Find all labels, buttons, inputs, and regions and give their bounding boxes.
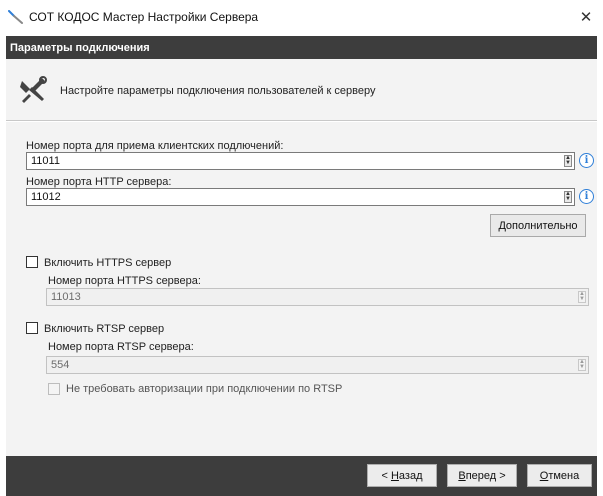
rtsp-enable-label[interactable]: Включить RTSP сервер	[44, 323, 164, 335]
next-button[interactable]: Вперед >	[447, 464, 517, 487]
page-title: Параметры подключения	[6, 36, 597, 59]
https-enable-checkbox[interactable]	[26, 256, 38, 268]
cancel-button[interactable]: Отмена	[527, 464, 592, 487]
spinner-arrows-icon: ▲ ▼	[578, 359, 586, 371]
rtsp-port-label: Номер порта RTSP сервера:	[48, 341, 194, 353]
http-port-value: 11012	[31, 191, 61, 203]
https-enable-label[interactable]: Включить HTTPS сервер	[44, 257, 171, 269]
wrench-icon	[8, 10, 24, 24]
rtsp-no-auth-checkbox	[48, 383, 60, 395]
rtsp-port-value: 554	[51, 359, 70, 371]
https-port-value: 11013	[51, 291, 81, 303]
spinner-arrows-icon: ▲ ▼	[578, 291, 586, 303]
http-port-label: Номер порта HTTP сервера:	[26, 176, 172, 188]
spinner-arrows-icon[interactable]: ▲ ▼	[564, 155, 572, 167]
page-title-text: Параметры подключения	[10, 41, 150, 54]
spinner-arrows-icon[interactable]: ▲ ▼	[564, 191, 572, 203]
info-icon[interactable]: i	[579, 153, 594, 168]
description-banner: Настройте параметры подключения пользова…	[6, 59, 597, 121]
rtsp-no-auth-label: Не требовать авторизации при подключении…	[66, 383, 343, 395]
client-port-label: Номер порта для приема клиентских подлюч…	[26, 140, 284, 152]
http-port-input[interactable]: 11012 ▲ ▼	[26, 188, 575, 206]
title-bar: СОТ КОДОС Мастер Настройки Сервера ✕	[0, 0, 603, 33]
https-port-input: 11013 ▲ ▼	[46, 288, 589, 306]
wizard-footer: < Назад Вперед > Отмена	[6, 456, 597, 496]
window-title: СОТ КОДОС Мастер Настройки Сервера	[29, 10, 259, 24]
back-button[interactable]: < Назад	[367, 464, 437, 487]
rtsp-enable-checkbox[interactable]	[26, 322, 38, 334]
tools-icon	[18, 75, 48, 105]
banner-text: Настройте параметры подключения пользова…	[60, 85, 376, 97]
close-button[interactable]: ✕	[569, 0, 603, 33]
client-port-value: 11011	[31, 155, 60, 167]
https-port-label: Номер порта HTTPS сервера:	[48, 275, 201, 287]
rtsp-port-input: 554 ▲ ▼	[46, 356, 589, 374]
advanced-button[interactable]: Дополнительно	[490, 214, 586, 237]
info-icon[interactable]: i	[579, 189, 594, 204]
client-port-input[interactable]: 11011 ▲ ▼	[26, 152, 575, 170]
settings-panel: Номер порта для приема клиентских подлюч…	[6, 122, 597, 456]
